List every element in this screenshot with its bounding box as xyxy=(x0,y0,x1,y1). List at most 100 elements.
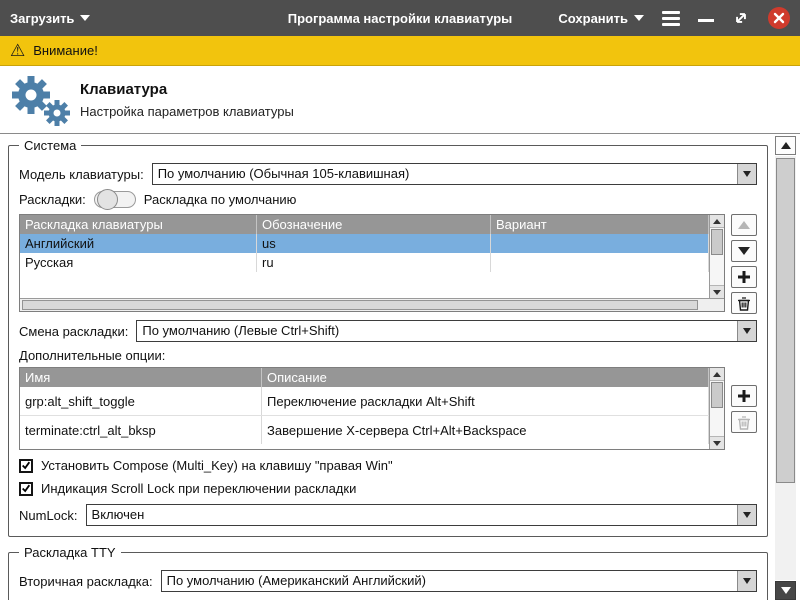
arrow-down-icon xyxy=(738,247,750,255)
cell-code: ru xyxy=(257,253,491,272)
triangle-down-icon xyxy=(713,290,721,295)
cell-variant xyxy=(491,253,709,272)
cell-description: Завершение X-сервера Ctrl+Alt+Backspace xyxy=(262,416,709,444)
scroll-up-button[interactable] xyxy=(710,368,724,381)
plus-icon xyxy=(737,389,751,403)
switch-label: Смена раскладки: xyxy=(19,324,128,339)
add-layout-button[interactable] xyxy=(731,266,757,288)
toggle-knob-icon xyxy=(97,189,118,210)
save-button-label: Сохранить xyxy=(558,11,628,26)
main-scrollbar[interactable] xyxy=(775,136,796,600)
menu-button[interactable] xyxy=(662,11,680,26)
layouts-table: Раскладка клавиатуры Обозначение Вариант… xyxy=(19,214,725,312)
system-fieldset: Система Модель клавиатуры: По умолчанию … xyxy=(8,138,768,537)
close-button[interactable] xyxy=(768,7,790,29)
secondary-layout-value: По умолчанию (Американский Английский) xyxy=(162,571,737,591)
dropdown-arrow-button[interactable] xyxy=(737,571,756,591)
column-header[interactable]: Обозначение xyxy=(257,215,491,234)
scroll-thumb[interactable] xyxy=(711,229,723,255)
chevron-down-icon xyxy=(743,578,751,584)
chevron-down-icon xyxy=(743,328,751,334)
move-down-button[interactable] xyxy=(731,240,757,262)
layout-switch-select[interactable]: По умолчанию (Левые Ctrl+Shift) xyxy=(136,320,757,342)
arrow-up-icon xyxy=(738,221,750,229)
triangle-down-icon xyxy=(713,441,721,446)
cell-code: us xyxy=(257,234,491,253)
scrolllock-checkbox[interactable]: Индикация Scroll Lock при переключении р… xyxy=(19,481,757,496)
scroll-thumb[interactable] xyxy=(711,382,723,408)
cell-layout: Английский xyxy=(20,234,257,253)
minimize-button[interactable] xyxy=(698,19,714,22)
page-title: Клавиатура xyxy=(80,81,294,98)
triangle-down-icon xyxy=(781,587,791,594)
scroll-up-button[interactable] xyxy=(775,136,796,155)
titlebar: Загрузить Программа настройки клавиатуры… xyxy=(0,0,800,36)
table-row[interactable]: grp:alt_shift_toggle Переключение раскла… xyxy=(20,387,709,415)
layouts-label: Раскладки: xyxy=(19,192,86,207)
load-button[interactable]: Загрузить xyxy=(10,11,90,26)
cell-description: Переключение раскладки Alt+Shift xyxy=(262,387,709,415)
keyboard-model-select[interactable]: По умолчанию (Обычная 105-клавишная) xyxy=(152,163,757,185)
scroll-thumb[interactable] xyxy=(22,300,698,310)
add-option-button[interactable] xyxy=(731,385,757,407)
column-header[interactable]: Имя xyxy=(20,368,262,387)
triangle-up-icon xyxy=(781,142,791,149)
trash-icon xyxy=(737,296,751,311)
dropdown-arrow-button[interactable] xyxy=(737,505,756,525)
tty-legend: Раскладка TTY xyxy=(19,545,121,560)
chevron-down-icon xyxy=(743,512,751,518)
chevron-down-icon xyxy=(634,15,644,21)
model-label: Модель клавиатуры: xyxy=(19,167,144,182)
delete-layout-button[interactable] xyxy=(731,292,757,314)
cell-layout: Русская xyxy=(20,253,257,272)
system-legend: Система xyxy=(19,138,81,153)
compose-checkbox-label: Установить Compose (Multi_Key) на клавиш… xyxy=(41,458,393,473)
hamburger-icon xyxy=(662,11,680,14)
scroll-down-button[interactable] xyxy=(775,581,796,600)
app-header: Клавиатура Настройка параметров клавиату… xyxy=(0,67,800,134)
compose-checkbox[interactable]: Установить Compose (Multi_Key) на клавиш… xyxy=(19,458,757,473)
column-header[interactable]: Раскладка клавиатуры xyxy=(20,215,257,234)
chevron-down-icon xyxy=(80,15,90,21)
options-label: Дополнительные опции: xyxy=(19,348,165,363)
keyboard-model-value: По умолчанию (Обычная 105-клавишная) xyxy=(153,164,737,184)
scroll-down-button[interactable] xyxy=(710,285,724,298)
table-row[interactable]: terminate:ctrl_alt_bksp Завершение X-сер… xyxy=(20,415,709,444)
default-layout-toggle[interactable] xyxy=(94,191,136,208)
tty-fieldset: Раскладка TTY Вторичная раскладка: По ум… xyxy=(8,545,768,600)
column-header[interactable]: Описание xyxy=(262,368,709,387)
table-vertical-scrollbar[interactable] xyxy=(709,368,724,449)
dropdown-arrow-button[interactable] xyxy=(737,164,756,184)
cell-name: grp:alt_shift_toggle xyxy=(20,387,262,415)
numlock-label: NumLock: xyxy=(19,508,78,523)
column-header[interactable]: Вариант xyxy=(491,215,709,234)
table-row[interactable]: Русская ru xyxy=(20,253,709,272)
scroll-thumb[interactable] xyxy=(776,158,795,483)
triangle-up-icon xyxy=(713,372,721,377)
secondary-layout-label: Вторичная раскладка: xyxy=(19,574,153,589)
options-table: Имя Описание grp:alt_shift_toggle Перекл… xyxy=(19,367,725,450)
load-button-label: Загрузить xyxy=(10,11,74,26)
layouts-table-header: Раскладка клавиатуры Обозначение Вариант xyxy=(20,215,709,234)
trash-icon xyxy=(737,415,751,430)
maximize-button[interactable] xyxy=(732,9,750,27)
page-subtitle: Настройка параметров клавиатуры xyxy=(80,104,294,119)
numlock-value: Включен xyxy=(87,505,737,525)
cell-variant xyxy=(491,234,709,253)
scroll-down-button[interactable] xyxy=(710,436,724,449)
dropdown-arrow-button[interactable] xyxy=(737,321,756,341)
options-table-header: Имя Описание xyxy=(20,368,709,387)
move-up-button[interactable] xyxy=(731,214,757,236)
delete-option-button[interactable] xyxy=(731,411,757,433)
secondary-layout-select[interactable]: По умолчанию (Американский Английский) xyxy=(161,570,757,592)
table-vertical-scrollbar[interactable] xyxy=(709,215,724,298)
cell-name: terminate:ctrl_alt_bksp xyxy=(20,416,262,444)
content-area: Система Модель клавиатуры: По умолчанию … xyxy=(0,134,772,600)
plus-icon xyxy=(737,270,751,284)
table-horizontal-scrollbar[interactable] xyxy=(20,298,724,311)
table-row[interactable]: Английский us xyxy=(20,234,709,253)
save-button[interactable]: Сохранить xyxy=(558,11,644,26)
chevron-down-icon xyxy=(743,171,751,177)
numlock-select[interactable]: Включен xyxy=(86,504,757,526)
scroll-up-button[interactable] xyxy=(710,215,724,228)
